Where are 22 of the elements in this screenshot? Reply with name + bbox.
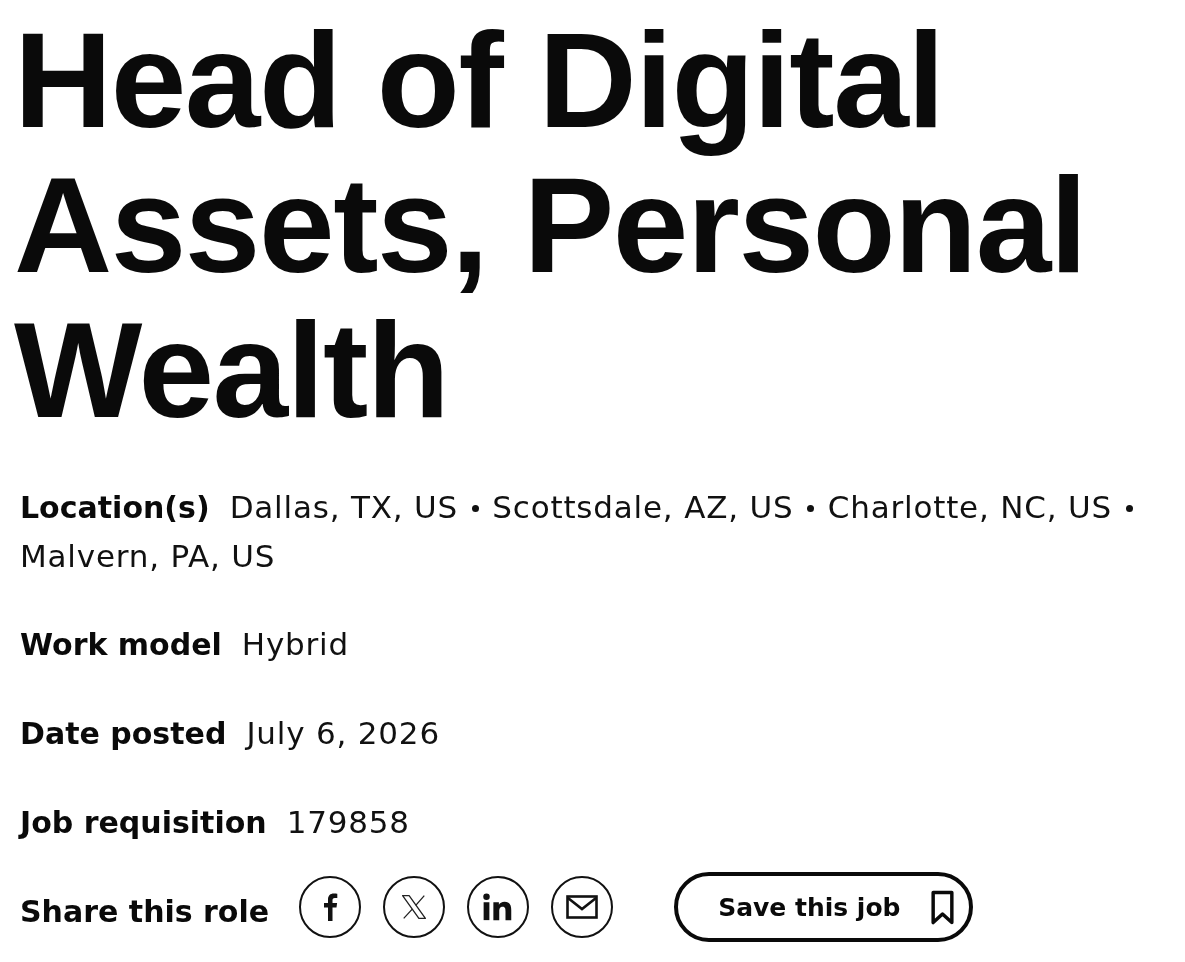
linkedin-icon [483, 893, 514, 921]
dot-separator-icon [807, 505, 815, 512]
detail-value: Hybrid [241, 626, 349, 662]
dot-separator-icon [1125, 505, 1133, 512]
location-text: Malvern, PA, US [20, 538, 276, 574]
detail-label: Job requisition [20, 805, 267, 840]
share-label: Share this role [20, 893, 270, 931]
detail-value: 179858 [286, 804, 410, 840]
dot-separator-icon [471, 505, 479, 512]
x-logo-icon [401, 894, 428, 920]
mail-icon [566, 895, 599, 919]
location-text: Dallas, TX, US [229, 489, 459, 525]
location-text: Scottsdale, AZ, US [492, 489, 794, 525]
detail-label: Date posted [20, 716, 227, 751]
location-text: Charlotte, NC, US [827, 489, 1112, 525]
bookmark-icon [930, 889, 954, 925]
detail-label: Location(s) [20, 490, 210, 525]
save-job-button[interactable]: Save this job [674, 872, 974, 942]
facebook-icon [322, 893, 339, 921]
job-title: Head of Digital Assets, Personal Wealth [13, 3, 1088, 443]
detail-label: Work model [20, 627, 222, 662]
detail-value: July 6, 2026 [246, 715, 440, 751]
